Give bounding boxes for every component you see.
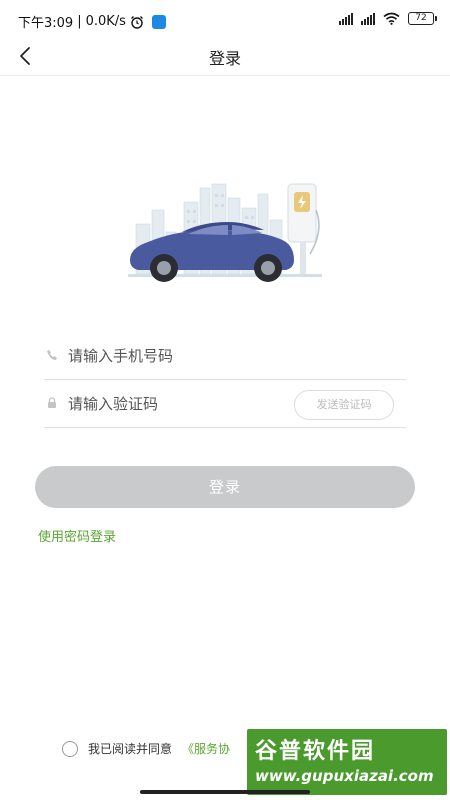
login-button[interactable]: 登录 — [35, 466, 415, 508]
lock-icon — [48, 397, 56, 408]
verification-code-input[interactable] — [68, 390, 308, 418]
agreement-row: 我已阅读并同意 《服务协 — [62, 740, 230, 757]
watermark-title: 谷普软件园 — [255, 739, 376, 764]
home-indicator — [140, 790, 310, 794]
watermark-logo: 谷普软件园 www.gupuxiazai.com — [247, 729, 447, 795]
status-bar: 下午3:09 | 0.0K/s 72 — [0, 0, 450, 40]
wifi-icon — [383, 12, 400, 25]
hd-signal-icon — [361, 12, 375, 25]
agreement-checkbox[interactable] — [62, 740, 78, 757]
phone-field — [44, 332, 406, 380]
app-badge-icon — [151, 14, 166, 29]
signal-icon — [339, 12, 353, 25]
nav-bar: 登录 — [0, 36, 450, 76]
status-time: 下午3:09 — [18, 16, 74, 31]
phone-input[interactable] — [68, 342, 308, 370]
page-title: 登录 — [208, 49, 241, 68]
status-left: 下午3:09 | 0.0K/s — [18, 12, 166, 31]
car-charging-illustration — [128, 183, 322, 282]
password-login-link[interactable]: 使用密码登录 — [38, 526, 116, 545]
send-code-button[interactable]: 发送验证码 — [294, 390, 394, 420]
agreement-text: 我已阅读并同意 — [88, 742, 173, 756]
status-right: 72 — [339, 12, 437, 25]
status-net-speed: 0.0K/s — [85, 14, 126, 29]
verification-code-field: 发送验证码 — [44, 380, 406, 428]
service-agreement-link[interactable]: 《服务协 — [182, 740, 230, 757]
battery-icon: 72 — [408, 12, 437, 25]
phone-icon — [47, 350, 57, 360]
status-separator: | — [77, 14, 82, 29]
alarm-icon — [130, 15, 143, 29]
watermark-url: www.gupuxiazai.com — [255, 767, 434, 785]
